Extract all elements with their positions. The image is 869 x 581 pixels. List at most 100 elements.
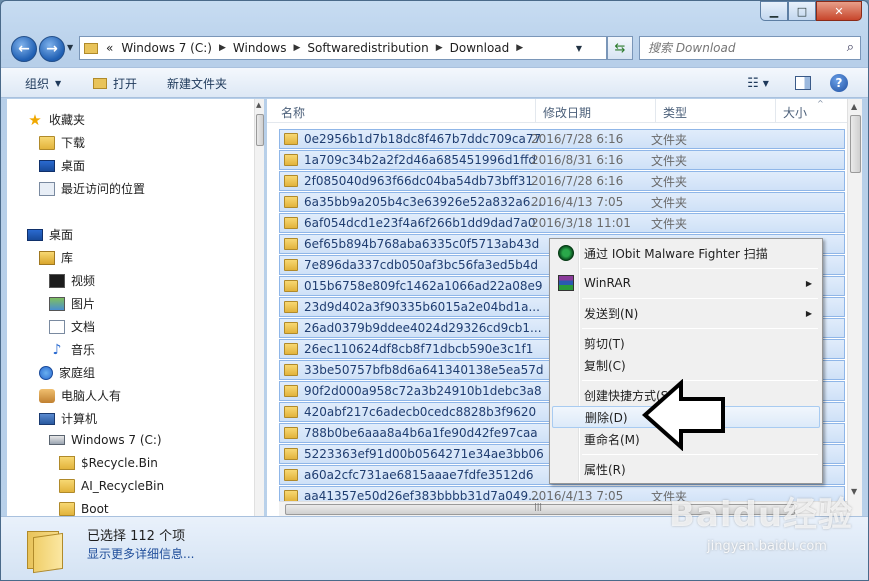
back-button[interactable]: ← [11,36,37,62]
help-button[interactable]: ? [829,73,849,93]
breadcrumb-separator-icon[interactable]: ▶ [219,43,226,53]
search-input[interactable] [648,41,838,55]
column-size[interactable]: 大小 [783,104,807,121]
file-name: 90f2d000a958c72a3b24910b1debc3a8 [304,384,542,398]
folder-icon [59,502,75,516]
tree-libraries[interactable]: 库 [39,249,73,266]
computer-icon [39,412,55,425]
refresh-button[interactable]: ⇆ [607,36,633,60]
view-icon: ☷ [747,75,759,91]
file-name: 2f085040d963f66dc04ba54db73bff31 [304,174,534,188]
menu-item-winrar[interactable]: WinRAR ▶ [552,272,820,294]
file-name: 788b0be6aaa8a4b6a1fe90d42fe97caa [304,426,538,440]
file-date: 2016/4/13 7:05 [531,195,624,209]
address-prefix[interactable]: « [106,41,113,55]
breadcrumb-separator-icon[interactable]: ▶ [293,43,300,53]
preview-pane-button[interactable] [793,73,813,93]
tree-computer[interactable]: 计算机 [39,410,97,427]
folder-icon [284,343,298,355]
tree-drive-c[interactable]: Windows 7 (C:) [49,433,162,447]
tree-recent-places[interactable]: 最近访问的位置 [39,180,145,197]
breadcrumb-separator-icon[interactable]: ▶ [436,43,443,53]
tree-desktop-favorite[interactable]: 桌面 [39,157,85,174]
tree-music[interactable]: ♪ 音乐 [49,341,95,358]
column-divider[interactable] [535,99,536,123]
show-more-details-link[interactable]: 显示更多详细信息... [87,545,194,562]
menu-item-cut[interactable]: 剪切(T) [552,332,820,354]
column-name[interactable]: 名称 [281,104,305,121]
tree-pictures[interactable]: 图片 [49,295,95,312]
change-view-button[interactable]: ☷ ▼ [743,73,773,93]
tree-boot[interactable]: Boot [59,502,109,516]
menu-item-properties[interactable]: 属性(R) [552,458,820,480]
folder-icon [284,322,298,334]
tree-label: Boot [81,502,109,516]
file-name: 33be50757bfb8d6a641340138e5ea57d [304,363,544,377]
folder-icon [284,259,298,271]
tree-homegroup[interactable]: 家庭组 [39,364,95,381]
watermark: Baidu经验 jingyan.baidu.com [669,487,859,565]
table-row[interactable]: 1a709c34b2a2f2d46a685451996d1ffd 2016/8/3… [279,150,845,170]
downloads-folder-icon [39,135,55,150]
folder-icon [284,469,298,481]
organize-menu[interactable]: 组织 ▼ [25,75,61,92]
folder-icon [84,42,98,54]
column-divider[interactable] [775,99,776,123]
scroll-up-icon[interactable]: ▲ [256,101,261,109]
menu-item-send-to[interactable]: 发送到(N) ▶ [552,302,820,324]
tree-documents[interactable]: 文档 [49,318,95,335]
breadcrumb-download[interactable]: Download [450,41,510,55]
file-date: 2016/3/18 11:01 [531,216,631,230]
column-date[interactable]: 修改日期 [543,104,591,121]
command-bar: 组织 ▼ 打开 新建文件夹 ☷ ▼ ? [1,67,868,98]
table-row[interactable]: 0e2956b1d7b18dc8f467b7ddc709ca77 2016/7/2… [279,129,845,149]
tree-ai-recyclebin[interactable]: AI_RecycleBin [59,479,164,493]
close-button[interactable]: ✕ [816,1,862,21]
address-dropdown-icon[interactable]: ▼ [576,44,582,53]
recent-pages-dropdown[interactable]: ▼ [67,43,73,52]
file-name: 6a35bb9a205b4c3e63926e52a832a6... [304,195,542,209]
file-name: 6af054dcd1e23f4a6f266b1dd9dad7a0 [304,216,536,230]
open-button[interactable]: 打开 [93,75,137,92]
scroll-up-icon[interactable]: ▲ [851,102,857,111]
vertical-scrollbar[interactable]: ▲ ▼ [847,99,862,516]
column-divider[interactable] [655,99,656,123]
tree-videos[interactable]: 视频 [49,272,95,289]
forward-button[interactable]: → [39,36,65,62]
minimize-button[interactable]: ▁ [760,1,788,21]
table-row[interactable]: 6a35bb9a205b4c3e63926e52a832a6... 2016/4/… [279,192,845,212]
navigation-scrollbar[interactable]: ▲ [254,99,264,516]
homegroup-icon [39,365,53,380]
table-row[interactable]: 2f085040d963f66dc04ba54db73bff31 2016/7/2… [279,171,845,191]
open-label: 打开 [113,77,138,91]
tree-user[interactable]: 电脑人人有 [39,387,121,404]
menu-item-iobit-scan[interactable]: 通过 IObit Malware Fighter 扫描 [552,242,820,264]
selection-count: 已选择 112 个项 [87,529,186,544]
menu-item-copy[interactable]: 复制(C) [552,354,820,376]
scrollbar-thumb[interactable] [256,114,264,146]
breadcrumb-separator-icon[interactable]: ▶ [516,43,523,53]
breadcrumb-softwaredistribution[interactable]: Softwaredistribution [307,41,428,55]
tree-recycle-bin[interactable]: $Recycle.Bin [59,456,158,470]
breadcrumb-windows[interactable]: Windows [233,41,287,55]
file-name: 23d9d402a3f90335b6015a2e04bd1a... [304,300,540,314]
tree-label: 视频 [71,274,96,288]
search-icon[interactable]: ⌕ [847,40,854,55]
column-type[interactable]: 类型 [663,104,687,121]
maximize-button[interactable]: □ [788,1,816,21]
column-header: 名称 修改日期 类型 大小 ^ [267,99,847,123]
search-box[interactable]: ⌕ [639,36,861,60]
new-folder-button[interactable]: 新建文件夹 [167,75,227,92]
breadcrumb-drive[interactable]: Windows 7 (C:) [121,41,212,55]
table-row[interactable]: 6af054dcd1e23f4a6f266b1dd9dad7a0 2016/3/1… [279,213,845,233]
scrollbar-thumb[interactable] [850,115,861,173]
tree-favorites[interactable]: ★ 收藏夹 [27,111,85,128]
address-bar[interactable]: « Windows 7 (C:) ▶ Windows ▶ Softwaredis… [79,36,607,60]
file-name: 1a709c34b2a2f2d46a685451996d1ffd [304,153,536,167]
tree-desktop[interactable]: 桌面 [27,226,73,243]
video-icon [49,273,65,288]
folder-icon [284,154,298,166]
tree-downloads[interactable]: 下载 [39,134,85,151]
menu-label: 属性(R) [584,462,626,477]
preview-pane-icon [795,76,811,90]
